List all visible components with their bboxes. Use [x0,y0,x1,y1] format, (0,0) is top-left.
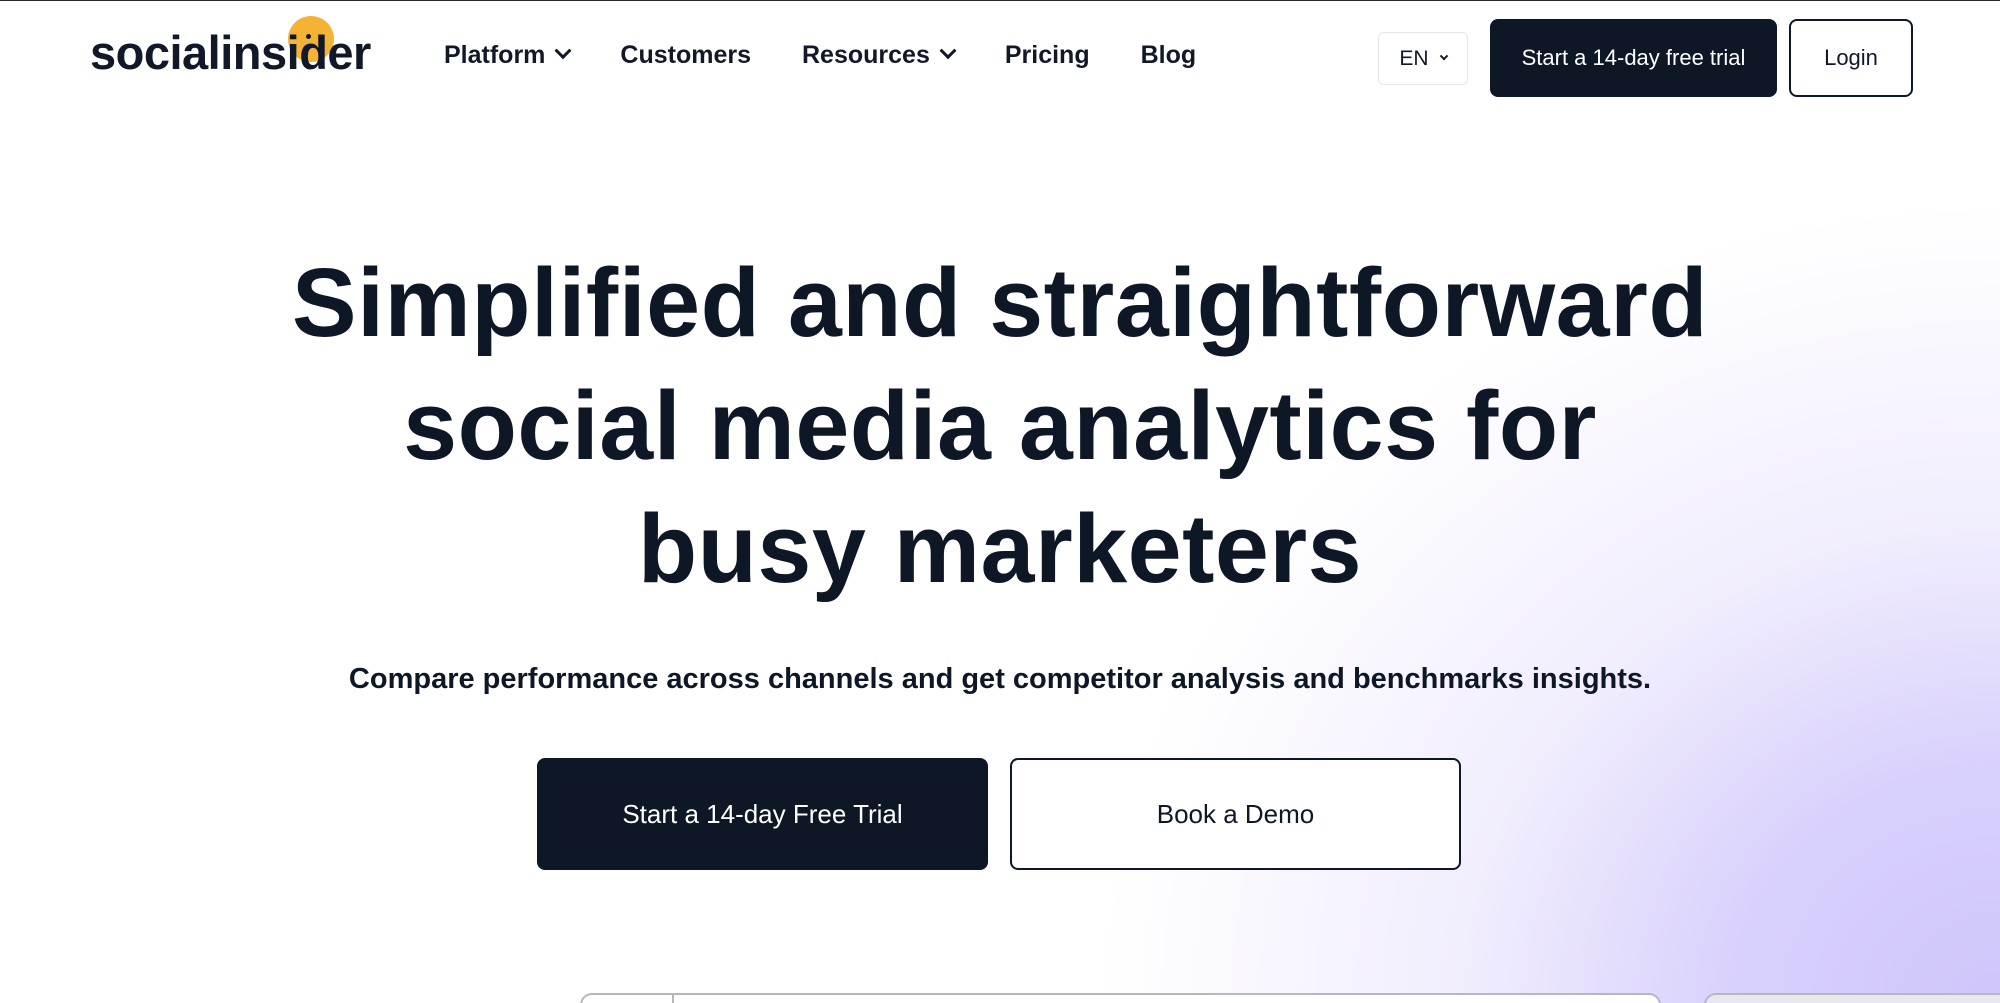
hero-title-line: social media analytics for [403,371,1597,480]
nav-item-pricing[interactable]: Pricing [1005,37,1090,73]
hero-start-trial-button[interactable]: Start a 14-day Free Trial [537,758,988,870]
login-button[interactable]: Login [1789,19,1913,97]
product-preview-window [580,993,1661,1003]
preview-divider [672,995,674,1003]
chevron-down-icon [939,42,957,60]
book-demo-button[interactable]: Book a Demo [1010,758,1461,870]
nav-item-resources[interactable]: Resources [802,37,957,73]
nav-item-label: Resources [802,40,930,69]
hero-subtitle: Compare performance across channels and … [348,663,1652,695]
hero-title: Simplified and straightforward social me… [200,241,1800,610]
landing-page: socialinsider Platform Customers Resourc… [0,0,2000,1003]
product-preview-side-panel [1704,993,2000,1003]
logo-smiley-eyes [306,34,311,39]
hero-title-line: Simplified and straightforward [291,248,1709,357]
nav-item-customers[interactable]: Customers [620,37,751,73]
start-trial-button[interactable]: Start a 14-day free trial [1490,19,1777,97]
logo[interactable]: socialinsider [90,16,371,79]
main-nav: Platform Customers Resources Pricing Blo… [444,37,1247,73]
chevron-down-icon [1439,51,1448,60]
nav-item-label: Platform [444,40,546,69]
chevron-down-icon [554,42,572,60]
language-selector[interactable]: EN [1378,32,1468,85]
hero-title-line: busy marketers [637,494,1363,603]
nav-item-label: Customers [620,40,751,69]
language-label: EN [1399,46,1429,70]
logo-text: socialinsider [90,26,371,79]
nav-item-platform[interactable]: Platform [444,37,572,73]
nav-item-label: Blog [1140,40,1197,69]
nav-item-blog[interactable]: Blog [1141,37,1197,73]
nav-item-label: Pricing [1004,40,1090,69]
